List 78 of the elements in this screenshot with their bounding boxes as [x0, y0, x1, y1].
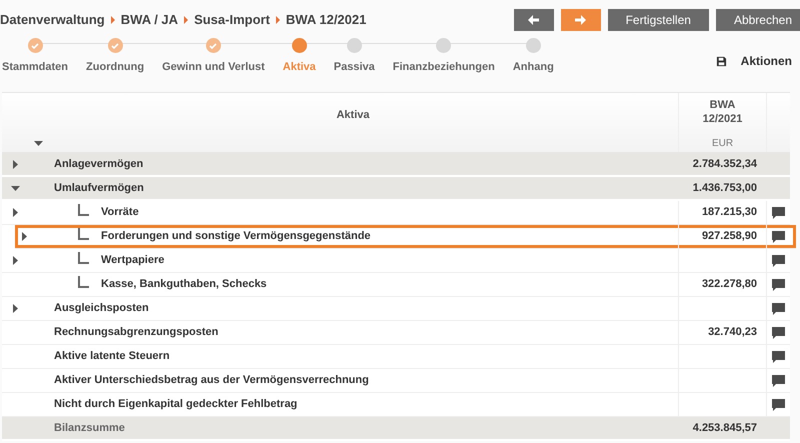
tree-line-icon	[78, 276, 89, 288]
row-label: Nicht durch Eigenkapital gedeckter Fehlbetrag	[54, 397, 298, 412]
table-row[interactable]: Kasse, Bankguthaben, Schecks 322.278,80	[2, 273, 790, 297]
step-label[interactable]: Stammdaten	[2, 59, 68, 76]
step-label[interactable]: Passiva	[334, 59, 375, 76]
tree-line-icon	[78, 204, 89, 216]
step-label[interactable]: Gewinn und Verlust	[162, 59, 265, 76]
check-icon	[31, 42, 40, 48]
caret-right-icon[interactable]	[12, 256, 18, 265]
forward-button[interactable]	[560, 9, 601, 31]
table-row[interactable]: Rechnungsabgrenzungsposten 32.740,23	[2, 321, 790, 345]
amount-cell-text: 2.784.352,34	[692, 156, 757, 172]
row-label: Wertpapiere	[101, 253, 164, 268]
row-label: Forderungen und sonstige Vermögensgegenstände	[101, 229, 371, 244]
caret-down-icon[interactable]	[34, 141, 43, 146]
tree-line-icon	[78, 228, 89, 240]
table-row[interactable]: Forderungen und sonstige Vermögensgegenstände 927.258,90	[15, 225, 796, 249]
row-label: Bilanzsumme	[54, 420, 125, 436]
row-label: Aktiver Unterschiedsbetrag aus der Vermögensverrechnung	[54, 373, 369, 388]
table-row[interactable]: Vorräte 187.215,30	[2, 201, 790, 225]
amount-cell-text: 32.740,23	[708, 325, 757, 340]
comment-icon[interactable]	[772, 302, 785, 314]
table-row[interactable]: Ausgleichsposten	[2, 297, 790, 321]
amount-cell-text: 927.258,90	[702, 229, 757, 244]
actions-menu[interactable]: Aktionen	[740, 52, 792, 70]
row-label: Kasse, Bankguthaben, Schecks	[101, 277, 267, 292]
caret-right-icon[interactable]	[12, 208, 18, 217]
row-label: Anlagevermögen	[54, 156, 144, 172]
breadcrumb-link[interactable]: BWA 12/2021	[286, 10, 366, 30]
step-label[interactable]: Anhang	[512, 59, 554, 76]
caret-right-icon[interactable]	[12, 304, 18, 313]
table-row[interactable]: Umlaufvermögen 1.436.753,00	[2, 177, 790, 201]
row-label: Aktive latente Steuern	[54, 349, 170, 364]
action-button[interactable]: Abbrechen	[716, 9, 800, 31]
arrow-right-icon	[575, 15, 586, 25]
comment-icon[interactable]	[772, 326, 785, 338]
comment-icon[interactable]	[772, 350, 785, 362]
check-icon	[111, 42, 120, 48]
comment-icon[interactable]	[772, 206, 785, 218]
table-row[interactable]: Anlagevermögen 2.784.352,34	[2, 153, 790, 177]
caret-down-icon[interactable]	[10, 186, 20, 190]
table-row[interactable]: Bilanzsumme 4.253.845,57	[2, 417, 790, 441]
amount-cell-text: 4.253.845,57	[692, 420, 757, 436]
caret-right-icon[interactable]	[12, 160, 18, 168]
table-row[interactable]: Aktiver Unterschiedsbetrag aus der Vermögensverrechnung	[2, 369, 790, 393]
breadcrumb-link[interactable]: Datenverwaltung	[0, 10, 105, 30]
row-label: Umlaufvermögen	[54, 180, 144, 196]
tree-line-icon	[78, 252, 89, 264]
breadcrumb-link[interactable]: Susa-Import	[194, 10, 270, 30]
breadcrumb-link[interactable]: BWA / JA	[120, 10, 178, 30]
comment-icon[interactable]	[772, 374, 785, 386]
table-row[interactable]: Wertpapiere	[2, 249, 790, 273]
back-button[interactable]	[514, 9, 554, 31]
caret-right-icon[interactable]	[22, 232, 27, 241]
separator-triangle-icon	[110, 16, 115, 24]
table-row[interactable]: Aktive latente Steuern	[2, 345, 790, 369]
step-label[interactable]: Finanzbeziehungen	[392, 59, 495, 76]
column-header: BWA 12/2021	[702, 98, 742, 126]
unit-label: EUR	[712, 137, 734, 151]
row-label: Rechnungsabgrenzungsposten	[54, 325, 218, 340]
row-label: Vorräte	[101, 205, 139, 220]
action-button[interactable]: Fertigstellen	[608, 9, 709, 31]
column-header: Aktiva	[336, 108, 370, 123]
comment-icon[interactable]	[772, 254, 785, 266]
amount-cell-text: 1.436.753,00	[692, 180, 757, 196]
comment-icon[interactable]	[772, 278, 785, 290]
comment-icon[interactable]	[772, 230, 785, 242]
arrow-left-icon	[528, 15, 540, 25]
check-icon	[209, 42, 218, 48]
separator-triangle-icon	[276, 16, 280, 24]
row-label: Ausgleichsposten	[54, 301, 149, 316]
table-row[interactable]: Nicht durch Eigenkapital gedeckter Fehlbetrag	[2, 393, 790, 417]
save-icon[interactable]	[716, 56, 727, 66]
step-label[interactable]: Zuordnung	[86, 59, 144, 76]
comment-icon[interactable]	[772, 398, 785, 410]
amount-cell-text: 322.278,80	[702, 277, 757, 292]
amount-cell-text: 187.215,30	[702, 205, 757, 220]
separator-triangle-icon	[184, 16, 188, 24]
